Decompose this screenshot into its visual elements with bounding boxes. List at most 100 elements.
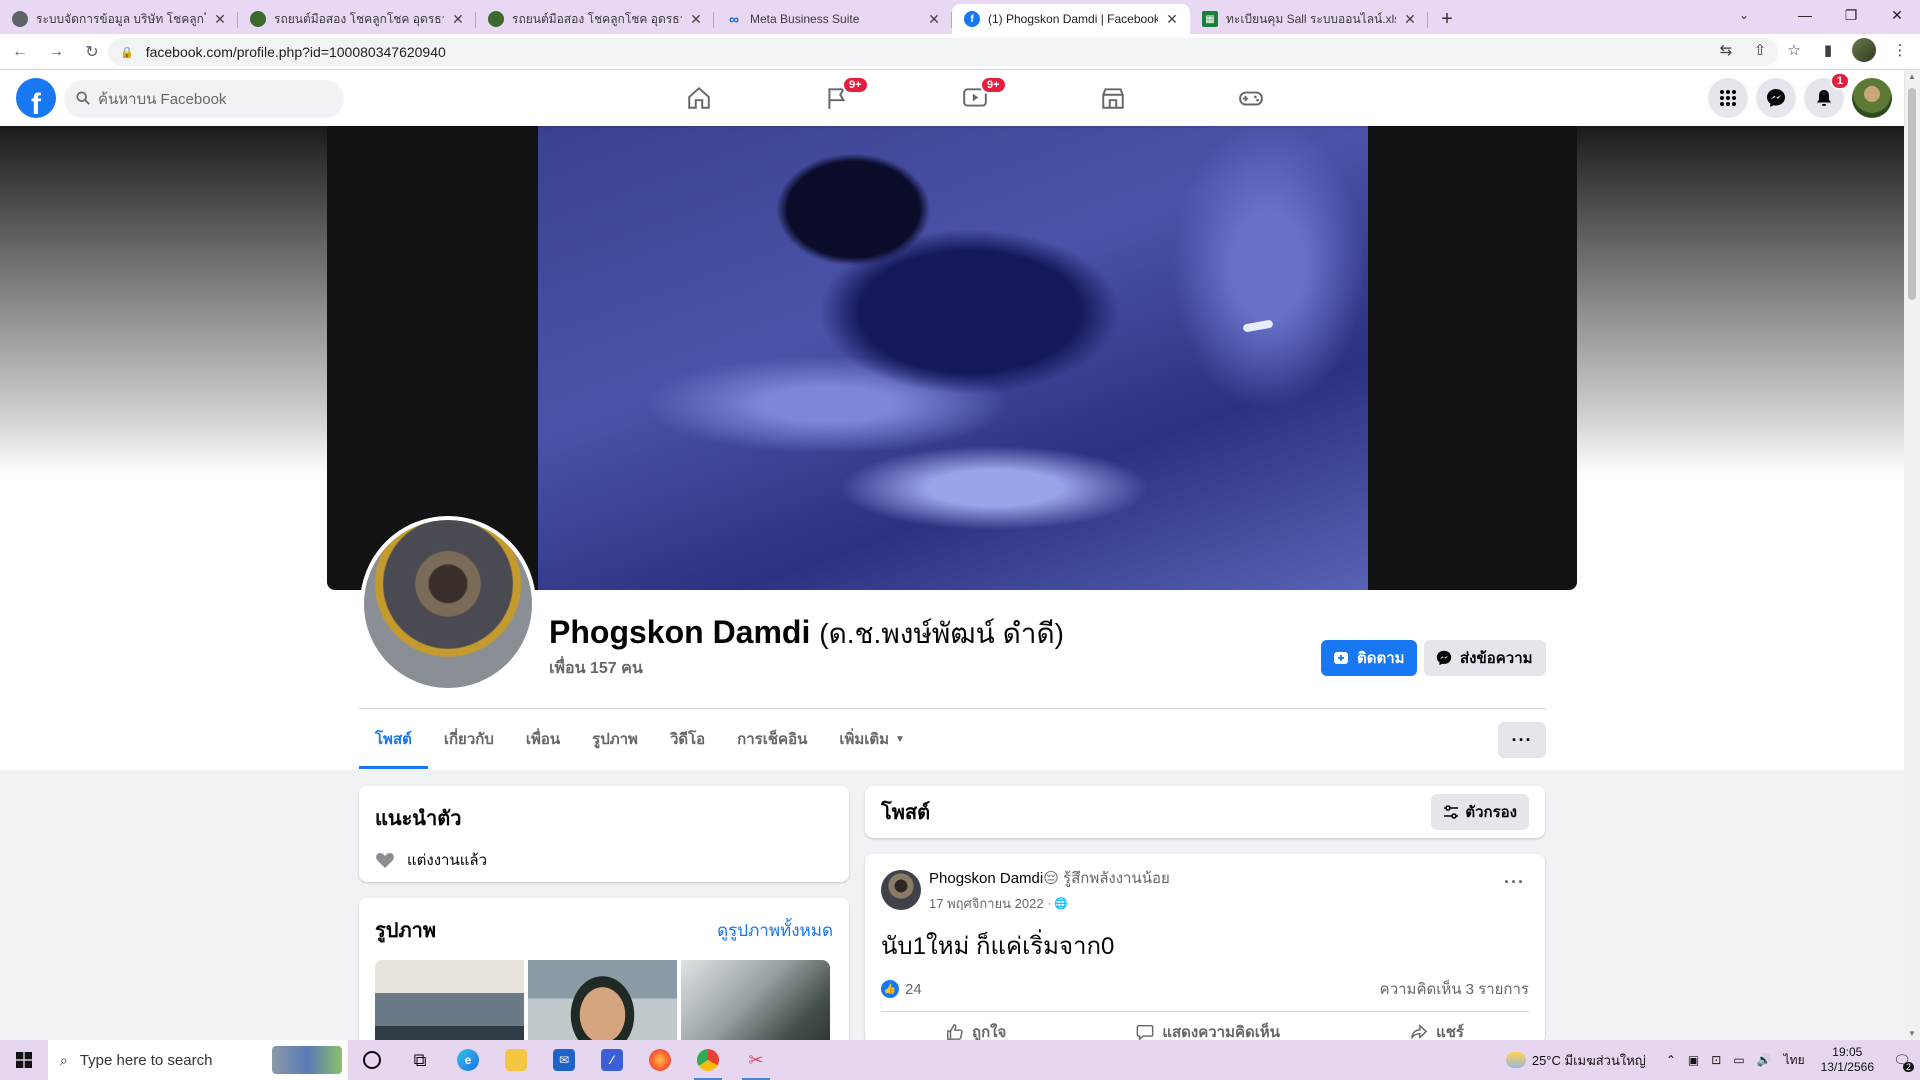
friends-count[interactable]: เพื่อน 157 คน (549, 656, 643, 681)
edge-taskbar-button[interactable]: e (444, 1040, 492, 1080)
network-icon[interactable]: ▭ (1733, 1053, 1744, 1067)
chrome-profile-avatar[interactable] (1852, 38, 1876, 62)
bookmark-star-icon[interactable]: ☆ (1784, 41, 1804, 59)
volume-icon[interactable]: 🔊 (1757, 1053, 1772, 1067)
back-button[interactable]: ← (4, 36, 36, 68)
profile-tab-0[interactable]: โพสต์ (359, 709, 428, 769)
close-tab-icon[interactable]: ✕ (688, 11, 704, 27)
edge-icon: e (457, 1049, 479, 1071)
reload-button[interactable]: ↻ (76, 36, 108, 68)
post-options-icon[interactable]: ··· (1504, 872, 1525, 893)
address-bar[interactable]: 🔒 facebook.com/profile.php?id=1000803476… (108, 38, 1778, 66)
nav-watch[interactable]: 9+ (906, 70, 1044, 126)
system-clock[interactable]: 19:05 13/1/2566 (1821, 1045, 1874, 1075)
cover-photo[interactable] (327, 126, 1577, 590)
show-hidden-icons-chevron-icon[interactable]: ⌃ (1666, 1053, 1676, 1067)
nav-gaming[interactable] (1182, 70, 1320, 126)
photo-thumbnail[interactable] (528, 960, 677, 1048)
profile-picture[interactable] (360, 516, 536, 692)
see-all-photos-link[interactable]: ดูรูปภาพทั้งหมด (717, 917, 833, 944)
input-language[interactable]: ไทย (1784, 1051, 1805, 1070)
translate-icon[interactable]: ⇆ (1716, 41, 1736, 59)
photo-thumbnail[interactable] (681, 960, 830, 1048)
cover-image-ultrasound (538, 126, 1368, 590)
browser-tab-2[interactable]: รถยนต์มือสอง โชคลูกโชค อุดรธานี ✕ (476, 4, 714, 34)
firefox-taskbar-button[interactable] (636, 1040, 684, 1080)
forward-button[interactable]: → (40, 36, 72, 68)
browser-tab-0[interactable]: ระบบจัดการข้อมูล บริษัท โชคลูกโชค อ ✕ (0, 4, 238, 34)
profile-tab-1[interactable]: เกี่ยวกับ (428, 709, 510, 769)
browser-tab-title: ทะเบียนคุม Sall ระบบออนไลน์.xlsx - G (1226, 11, 1396, 26)
profile-more-options-button[interactable]: ··· (1498, 722, 1546, 758)
profile-tab-5[interactable]: การเช็คอิน (721, 709, 823, 769)
minimize-button[interactable]: — (1782, 0, 1828, 30)
messenger-button[interactable] (1756, 78, 1796, 118)
chrome-taskbar-button[interactable] (684, 1040, 732, 1080)
nav-groups[interactable]: 9+ (768, 70, 906, 126)
filter-label: ตัวกรอง (1465, 804, 1517, 821)
facebook-search-input[interactable] (98, 90, 318, 108)
taskbar-search-box[interactable]: ⌕ Type here to search (48, 1040, 348, 1080)
notifications-button[interactable]: 1 (1804, 72, 1850, 118)
task-view-button[interactable]: ⧉ (396, 1040, 444, 1080)
photo-thumbnail[interactable] (375, 960, 524, 1048)
side-panel-icon[interactable]: ▮ (1818, 41, 1838, 59)
close-tab-icon[interactable]: ✕ (1402, 11, 1418, 27)
browser-tab-1[interactable]: รถยนต์มือสอง โชคลูกโชค อุดรธานี ✕ (238, 4, 476, 34)
snipping-tool-taskbar-button[interactable]: ✂ (732, 1040, 780, 1080)
mail-taskbar-button[interactable]: ✉ (540, 1040, 588, 1080)
profile-tab-4[interactable]: วิดีโอ (654, 709, 721, 769)
close-tab-icon[interactable]: ✕ (926, 11, 942, 27)
follow-button[interactable]: ติดตาม (1321, 640, 1417, 676)
folder-icon (505, 1049, 527, 1071)
new-tab-button[interactable]: + (1432, 4, 1462, 34)
facebook-logo-icon[interactable]: f (16, 78, 56, 118)
tray-device-icon[interactable]: ⊡ (1711, 1053, 1721, 1067)
close-tab-icon[interactable]: ✕ (1164, 11, 1180, 27)
browser-tab-5[interactable]: ▦ ทะเบียนคุม Sall ระบบออนไลน์.xlsx - G ✕ (1190, 4, 1428, 34)
tab-search-icon[interactable]: ⌄ (1724, 0, 1764, 30)
post-date[interactable]: 17 พฤศจิกายน 2022 (929, 893, 1044, 914)
cortana-button[interactable] (348, 1040, 396, 1080)
profile-tab-label: เพิ่มเติม (839, 731, 890, 748)
restore-button[interactable]: ❐ (1828, 0, 1874, 30)
action-center-button[interactable]: 🗨 2 (1884, 1040, 1920, 1080)
nav-marketplace[interactable] (1044, 70, 1182, 126)
profile-tab-3[interactable]: รูปภาพ (576, 709, 654, 769)
filter-button[interactable]: ตัวกรอง (1431, 794, 1529, 830)
page-scrollbar[interactable]: ▲ ▼ (1904, 70, 1920, 1040)
browser-tab-strip: ระบบจัดการข้อมูล บริษัท โชคลูกโชค อ✕รถยน… (0, 0, 1920, 34)
lock-icon[interactable]: 🔒 (120, 46, 134, 59)
menu-button[interactable] (1708, 78, 1748, 118)
send-message-button[interactable]: ส่งข้อความ (1424, 640, 1546, 676)
browser-tab-3[interactable]: ∞ Meta Business Suite ✕ (714, 4, 952, 34)
like-count: 24 (905, 980, 922, 998)
app-taskbar-button[interactable]: ⁄ (588, 1040, 636, 1080)
facebook-search-box[interactable] (64, 80, 344, 118)
chrome-icon (697, 1049, 719, 1071)
send-message-label: ส่งข้อความ (1460, 650, 1533, 667)
chrome-menu-icon[interactable]: ⋮ (1890, 41, 1910, 59)
close-tab-icon[interactable]: ✕ (212, 11, 228, 27)
browser-tab-4[interactable]: f (1) Phogskon Damdi | Facebook ✕ (952, 4, 1190, 34)
sheets-icon: ▦ (1202, 11, 1218, 27)
close-window-button[interactable]: ✕ (1874, 0, 1920, 30)
share-icon[interactable]: ⇧ (1750, 41, 1770, 59)
weather-widget[interactable]: 25°C มีเมฆส่วนใหญ่ (1505, 1050, 1646, 1071)
post-author-name[interactable]: Phogskon Damdi (929, 870, 1043, 887)
scroll-down-arrow-icon[interactable]: ▼ (1908, 1029, 1916, 1038)
tray-app-icon[interactable]: ▣ (1688, 1053, 1699, 1067)
scrollbar-thumb[interactable] (1908, 88, 1916, 300)
task-view-icon: ⧉ (413, 1049, 427, 1070)
scroll-up-arrow-icon[interactable]: ▲ (1908, 72, 1916, 81)
post-author-avatar[interactable] (881, 870, 921, 910)
comment-count[interactable]: ความคิดเห็น 3 รายการ (1380, 977, 1529, 1001)
reaction-summary[interactable]: 👍 24 (881, 980, 922, 998)
start-button[interactable] (0, 1040, 48, 1080)
profile-tab-6[interactable]: เพิ่มเติม ▼ (823, 709, 921, 769)
nav-home[interactable] (630, 70, 768, 126)
profile-tab-2[interactable]: เพื่อน (510, 709, 576, 769)
file-explorer-taskbar-button[interactable] (492, 1040, 540, 1080)
close-tab-icon[interactable]: ✕ (450, 11, 466, 27)
account-avatar[interactable] (1852, 78, 1892, 118)
